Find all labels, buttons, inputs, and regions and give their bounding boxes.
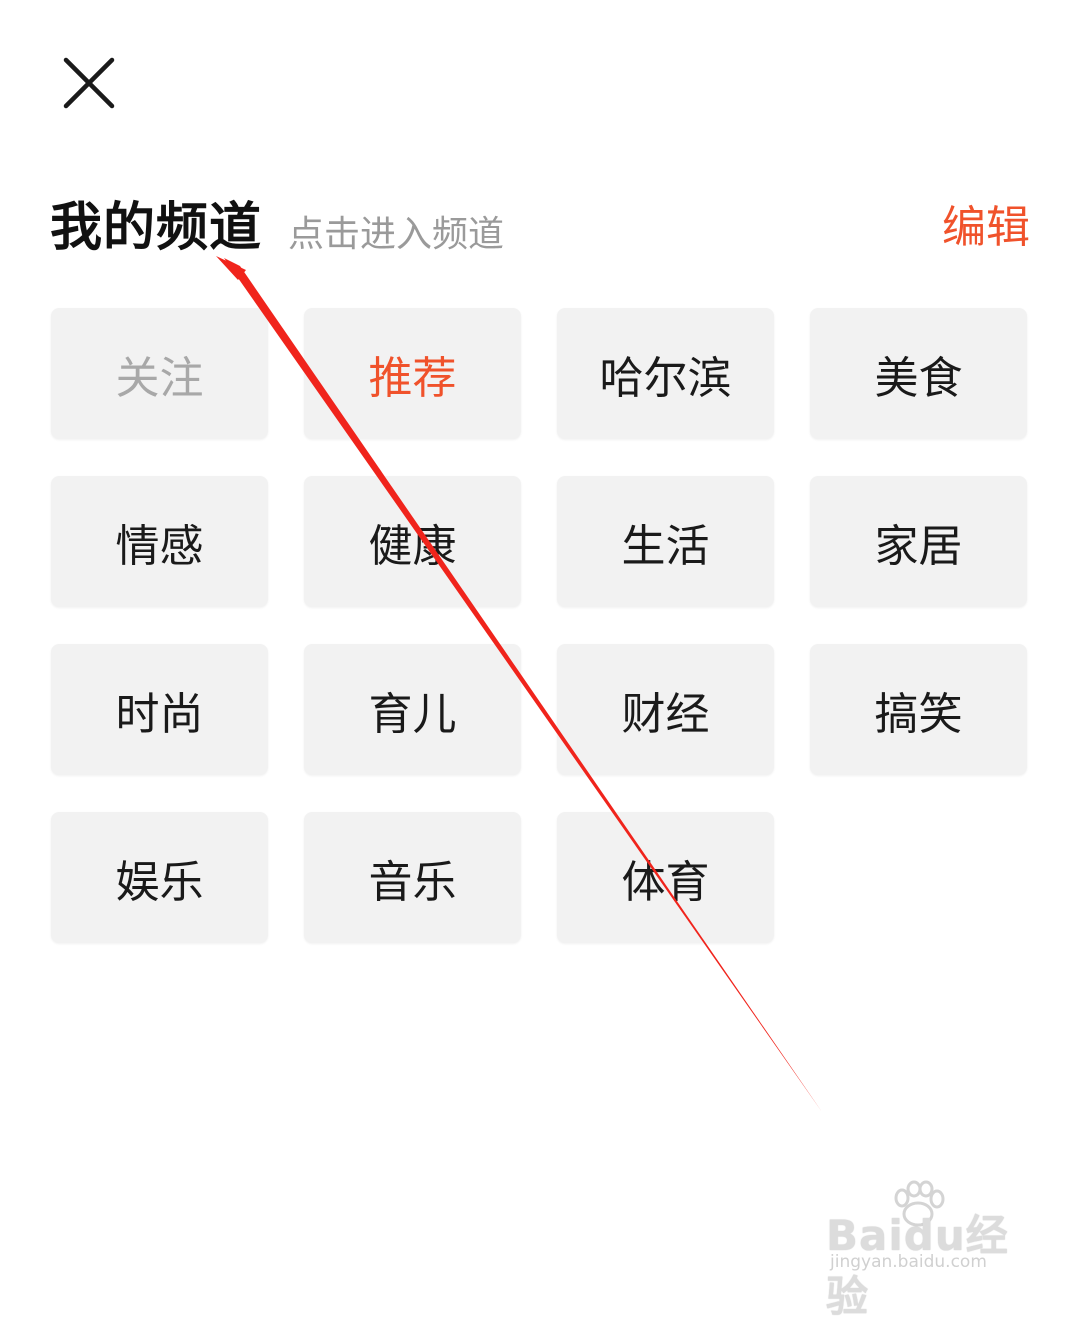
channel-header: 我的频道 点击进入频道 编辑 [50, 190, 1030, 266]
watermark-url: jingyan.baidu.com [830, 1252, 987, 1272]
channel-chip[interactable]: 生活 [557, 476, 774, 607]
channel-chip[interactable]: 育儿 [304, 644, 521, 775]
channel-chip[interactable]: 时尚 [51, 644, 268, 775]
channel-chip[interactable]: 美食 [810, 308, 1027, 439]
channel-chip[interactable]: 娱乐 [51, 812, 268, 943]
channel-chip[interactable]: 体育 [557, 812, 774, 943]
channel-chip[interactable]: 情感 [51, 476, 268, 607]
channel-chip[interactable]: 健康 [304, 476, 521, 607]
channel-chip[interactable]: 音乐 [304, 812, 521, 943]
close-icon [63, 57, 115, 109]
channel-chip[interactable]: 推荐 [304, 308, 521, 439]
page-title: 我的频道 [50, 198, 263, 258]
channel-chip[interactable]: 哈尔滨 [557, 308, 774, 439]
watermark: Baidu经验 jingyan.baidu.com [826, 1180, 1026, 1321]
edit-button[interactable]: 编辑 [942, 190, 1030, 266]
channel-chip[interactable]: 家居 [810, 476, 1027, 607]
channel-chip: 关注 [51, 308, 268, 439]
channel-chip[interactable]: 财经 [557, 644, 774, 775]
close-button[interactable] [58, 52, 120, 114]
page-subtitle: 点击进入频道 [288, 214, 505, 255]
channel-chip[interactable]: 搞笑 [810, 644, 1027, 775]
